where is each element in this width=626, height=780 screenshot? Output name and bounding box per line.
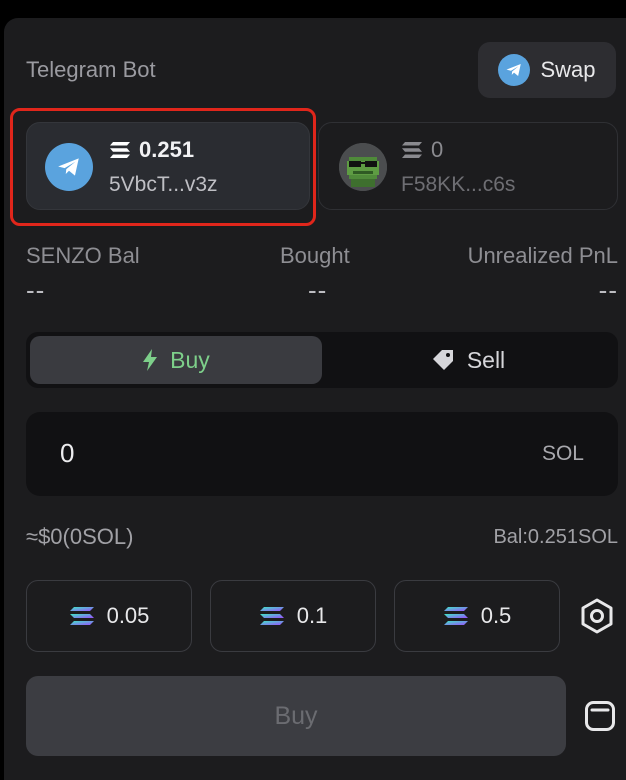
stat-value-bought: -- — [308, 275, 328, 305]
solana-icon — [259, 607, 284, 625]
wallet-card[interactable]: 0 F58KK...c6s — [318, 122, 618, 210]
solana-icon — [443, 607, 468, 625]
stat-label-bought: Bought — [280, 243, 350, 268]
amount-value[interactable]: 0 — [60, 438, 74, 469]
amount-unit: SOL — [541, 442, 584, 465]
preset-button-0.5[interactable]: 0.5 — [394, 580, 560, 652]
pixel-frog-avatar — [339, 143, 387, 191]
wallet-balance-value: 0 — [431, 137, 444, 162]
preset-button-0.05[interactable]: 0.05 — [26, 580, 192, 652]
stat-value-unrealized-pnl: -- — [598, 275, 618, 305]
approx-value: ≈$0(0SOL) — [26, 524, 134, 549]
panel-title: Telegram Bot — [26, 57, 156, 82]
tab-buy-label: Buy — [170, 346, 210, 373]
amount-input[interactable]: 0 SOL — [26, 412, 618, 496]
settings-hex-icon[interactable] — [580, 598, 614, 639]
wallet-address: F58KK...c6s — [401, 173, 516, 196]
tag-icon — [432, 350, 453, 370]
preset-button-0.1[interactable]: 0.1 — [210, 580, 376, 652]
stat-label-senzo-bal: SENZO Bal — [26, 243, 140, 268]
preset-label: 0.1 — [296, 603, 328, 628]
tab-sell[interactable]: Sell — [322, 336, 614, 384]
wallet-balance: 0 — [401, 137, 443, 163]
lightning-icon — [143, 349, 158, 371]
tab-buy[interactable]: Buy — [30, 336, 322, 384]
buy-sell-tabs: Buy Sell — [26, 332, 618, 388]
selection-highlight — [10, 108, 316, 226]
stat-value-senzo-bal: -- — [26, 275, 46, 305]
tab-sell-label: Sell — [466, 346, 506, 373]
preset-label: 0.05 — [106, 603, 150, 628]
swap-button[interactable]: Swap — [478, 42, 616, 98]
swap-label: Swap — [540, 57, 596, 82]
solana-icon — [69, 607, 94, 625]
available-balance: Bal:0.251SOL — [493, 526, 618, 548]
telegram-icon — [498, 54, 531, 86]
solana-icon — [402, 142, 422, 158]
stat-label-unrealized-pnl: Unrealized PnL — [467, 243, 618, 268]
preset-label: 0.5 — [480, 603, 512, 628]
buy-button[interactable]: Buy — [26, 676, 566, 756]
wallet-square-icon[interactable] — [584, 700, 616, 737]
